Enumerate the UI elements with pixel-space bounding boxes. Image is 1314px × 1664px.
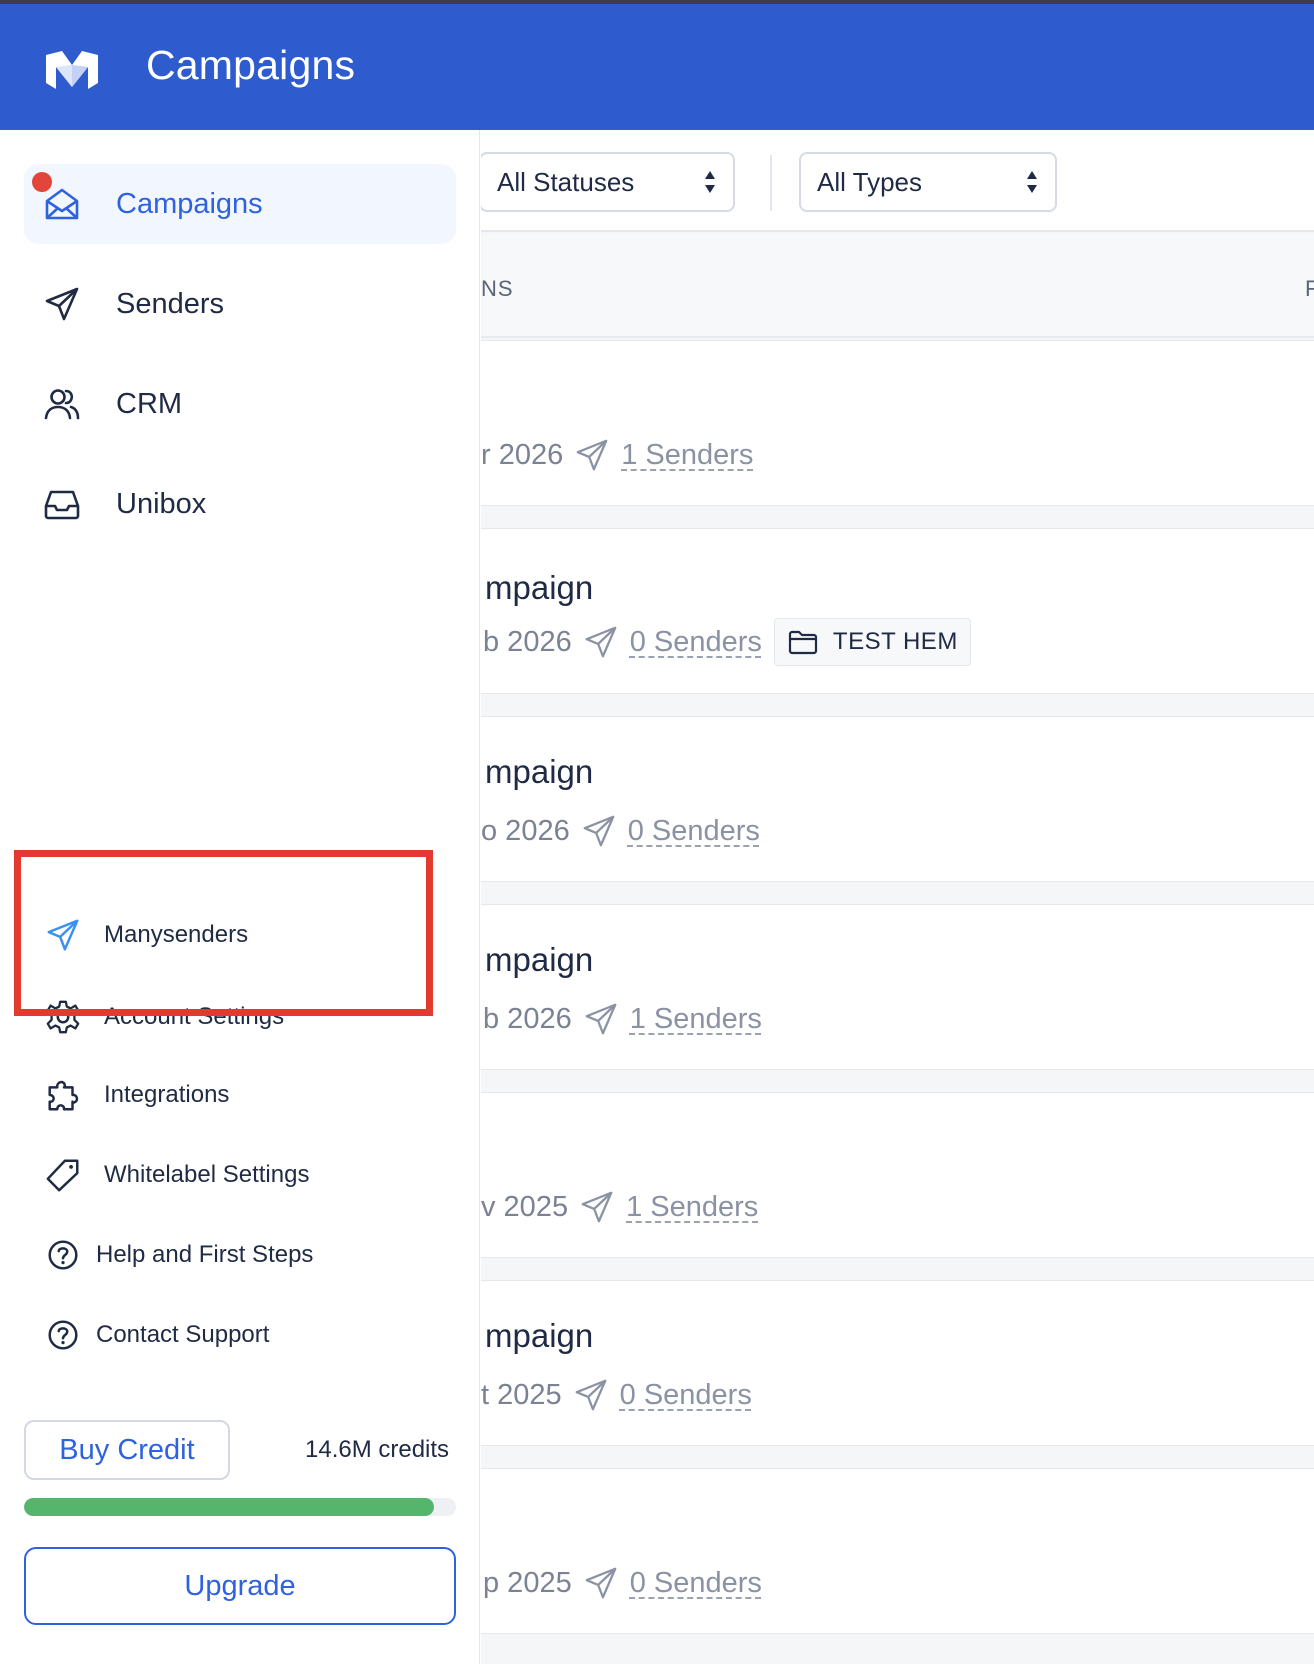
campaign-list-panel: All Statuses All Types NS F r 2026 1 Sen… — [481, 130, 1314, 1664]
table-row[interactable]: mpaign t 2025 0 Senders — [481, 1280, 1314, 1446]
folder-tag-label: TEST HEM — [832, 628, 958, 655]
column-header-name[interactable]: NS — [481, 276, 514, 302]
senders-link[interactable]: 1 Senders — [626, 1191, 758, 1224]
app-logo[interactable] — [42, 49, 102, 91]
app-header: Campaigns — [0, 4, 1314, 130]
table-row[interactable]: p 2025 0 Senders — [481, 1468, 1314, 1634]
highlight-box — [14, 850, 433, 1016]
table-row[interactable]: r 2026 1 Senders — [481, 340, 1314, 506]
type-filter-value: All Types — [817, 166, 923, 197]
sidebar-item-label: Unibox — [116, 487, 207, 520]
senders-link[interactable]: 0 Senders — [628, 815, 760, 848]
upgrade-button[interactable]: Upgrade — [24, 1547, 456, 1625]
send-icon — [581, 1191, 613, 1223]
sidebar-item-unibox[interactable]: Unibox — [24, 464, 456, 544]
campaign-name: mpaign — [485, 753, 594, 790]
buy-credit-button[interactable]: Buy Credit — [24, 1420, 230, 1480]
campaign-date: p 2025 — [483, 1566, 572, 1599]
sidebar-item-label: Whitelabel Settings — [104, 1161, 310, 1188]
sidebar-item-campaigns[interactable]: Campaigns — [24, 164, 456, 244]
notification-dot — [32, 172, 52, 192]
campaign-meta: b 2026 0 Senders TEST HEM — [483, 618, 971, 666]
send-icon — [585, 626, 617, 658]
campaign-date: o 2026 — [481, 814, 570, 847]
folder-icon — [788, 630, 818, 655]
table-row[interactable]: mpaign o 2026 0 Senders — [481, 716, 1314, 882]
users-icon — [44, 389, 80, 420]
send-icon — [585, 1567, 617, 1599]
send-icon — [576, 439, 608, 471]
send-icon — [583, 815, 615, 847]
campaign-date: v 2025 — [481, 1190, 569, 1223]
sidebar-item-integrations[interactable]: Integrations — [40, 1070, 460, 1120]
senders-link[interactable]: 1 Senders — [621, 439, 753, 472]
credits-progress-bar — [24, 1498, 456, 1516]
credits-progress-fill — [24, 1498, 435, 1516]
campaign-name: mpaign — [485, 569, 594, 606]
sidebar-item-label: Contact Support — [96, 1321, 270, 1348]
column-header-next[interactable]: F — [1305, 276, 1314, 302]
senders-link[interactable]: 1 Senders — [630, 1003, 762, 1036]
filter-bar: All Statuses All Types — [481, 130, 1314, 232]
sidebar-item-help-first-steps[interactable]: Help and First Steps — [40, 1230, 460, 1280]
campaign-name: mpaign — [485, 941, 594, 978]
sidebar-item-senders[interactable]: Senders — [24, 264, 456, 344]
sort-arrows-icon — [1027, 171, 1037, 193]
table-row[interactable]: v 2025 1 Senders — [481, 1092, 1314, 1258]
campaign-meta: o 2026 0 Senders — [481, 811, 760, 851]
help-circle-icon — [48, 1240, 78, 1270]
sidebar-item-label: Senders — [116, 287, 225, 320]
status-filter-select[interactable]: All Statuses — [481, 152, 735, 212]
tag-icon — [46, 1159, 79, 1192]
campaign-meta: p 2025 0 Senders — [483, 1563, 762, 1603]
campaign-meta: r 2026 1 Senders — [481, 435, 753, 475]
campaign-name: mpaign — [485, 1317, 594, 1354]
status-filter-value: All Statuses — [497, 166, 635, 197]
campaign-date: b 2026 — [483, 1002, 572, 1035]
sidebar-item-label: CRM — [116, 387, 183, 420]
sidebar-item-contact-support[interactable]: Contact Support — [40, 1310, 460, 1360]
campaign-date: b 2026 — [483, 625, 572, 658]
puzzle-icon — [48, 1080, 79, 1111]
campaign-date: t 2025 — [481, 1378, 562, 1411]
page-title: Campaigns — [146, 42, 356, 88]
sidebar-item-crm[interactable]: CRM — [24, 364, 456, 444]
campaign-date: r 2026 — [481, 438, 564, 471]
campaign-meta: t 2025 0 Senders — [481, 1375, 752, 1415]
filter-divider — [770, 155, 772, 211]
inbox-icon — [44, 490, 80, 520]
sidebar-item-label: Help and First Steps — [96, 1241, 314, 1268]
campaign-meta: v 2025 1 Senders — [481, 1187, 758, 1227]
logo-icon — [46, 51, 98, 89]
table-header: NS F — [481, 234, 1314, 338]
folder-tag[interactable]: TEST HEM — [773, 618, 971, 666]
campaign-meta: b 2026 1 Senders — [483, 999, 762, 1039]
senders-link[interactable]: 0 Senders — [630, 1567, 762, 1600]
type-filter-select[interactable]: All Types — [799, 152, 1057, 212]
senders-link[interactable]: 0 Senders — [620, 1379, 752, 1412]
send-icon — [585, 1003, 617, 1035]
sort-arrows-icon — [705, 171, 715, 193]
sidebar-item-whitelabel-settings[interactable]: Whitelabel Settings — [40, 1150, 460, 1200]
help-circle-icon — [48, 1320, 78, 1350]
send-icon — [575, 1379, 607, 1411]
credits-count: 14.6M credits — [305, 1436, 450, 1463]
table-row[interactable]: mpaign b 2026 0 Senders TEST HEM — [481, 528, 1314, 694]
sidebar-item-label: Integrations — [104, 1081, 230, 1108]
senders-link[interactable]: 0 Senders — [630, 626, 762, 659]
sidebar-item-label: Campaigns — [116, 187, 263, 220]
table-row[interactable]: mpaign b 2026 1 Senders — [481, 904, 1314, 1070]
send-icon — [45, 287, 79, 321]
